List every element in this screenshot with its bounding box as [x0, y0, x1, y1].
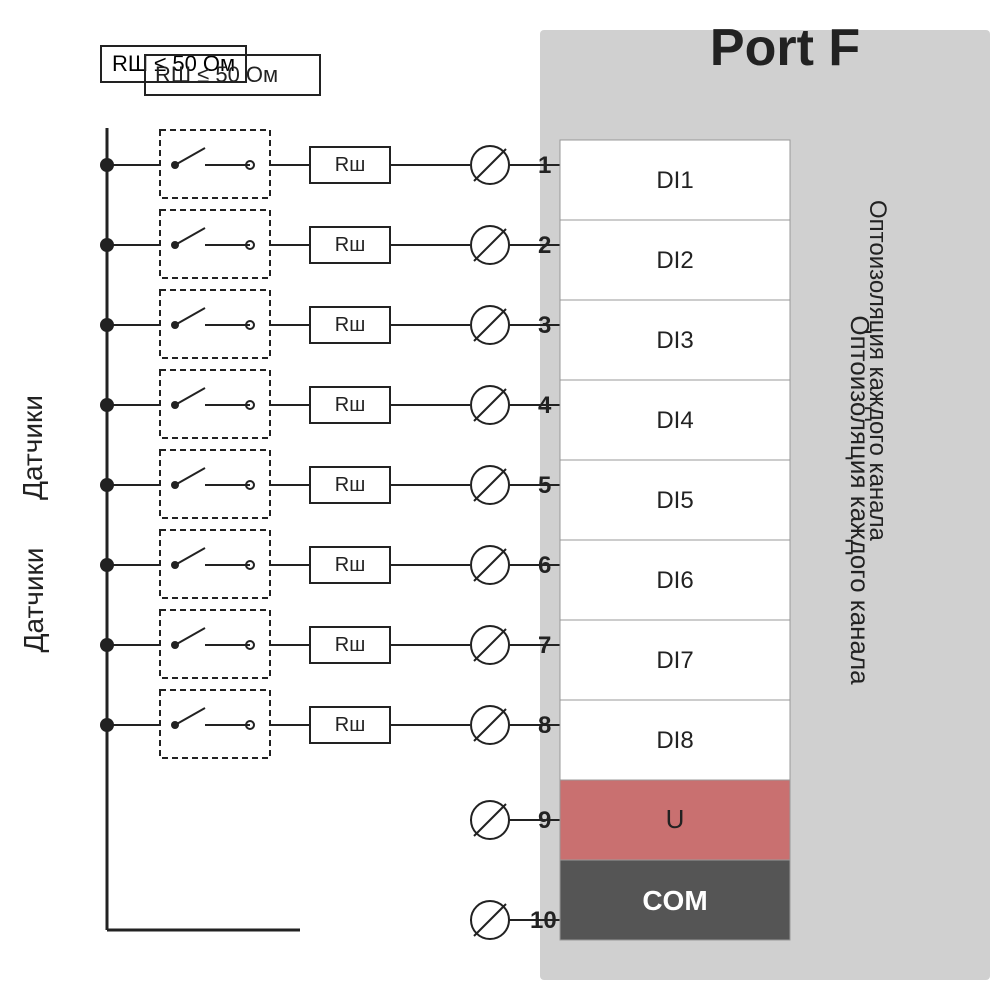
svg-text:Rш: Rш — [335, 234, 366, 256]
rsh-limit-box: RШ ≤ 50 Ом — [100, 45, 247, 83]
svg-text:Датчики: Датчики — [17, 395, 48, 500]
opto-label: Оптоизоляция каждого канала — [844, 200, 875, 800]
diagram-container: Port F Оптоизоляция каждого канала Датчи… — [0, 0, 1000, 1000]
svg-text:Rш: Rш — [335, 154, 366, 176]
port-title: Port F — [600, 18, 970, 78]
svg-text:Rш: Rш — [335, 474, 366, 496]
svg-text:Rш: Rш — [335, 554, 366, 576]
svg-text:Rш: Rш — [335, 394, 366, 416]
svg-text:Rш: Rш — [335, 634, 366, 656]
sensor-label: Датчики — [18, 548, 50, 653]
svg-text:Rш: Rш — [335, 714, 366, 736]
svg-text:Rш: Rш — [335, 314, 366, 336]
port-panel — [540, 30, 990, 980]
